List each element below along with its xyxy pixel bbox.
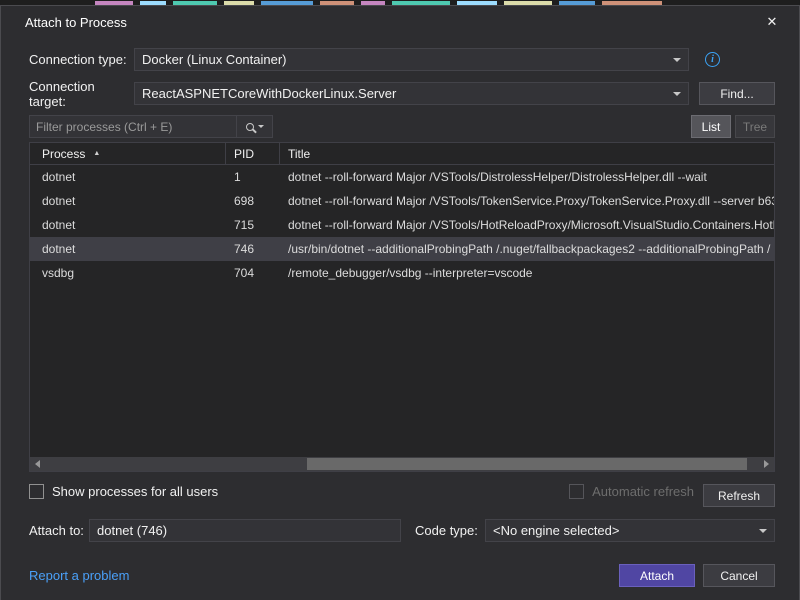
attach-to-process-dialog: Attach to Process ✕ Connection type: Doc… bbox=[0, 5, 800, 600]
filter-processes-input[interactable] bbox=[30, 120, 236, 134]
chevron-down-icon bbox=[673, 58, 681, 62]
cell-pid: 1 bbox=[226, 165, 280, 189]
chevron-down-icon bbox=[759, 529, 767, 533]
show-all-users-checkbox[interactable] bbox=[29, 484, 44, 499]
table-row[interactable]: dotnet1dotnet --roll-forward Major /VSTo… bbox=[30, 165, 774, 189]
chevron-down-icon bbox=[258, 125, 264, 128]
cell-title: dotnet --roll-forward Major /VSTools/Dis… bbox=[280, 165, 774, 189]
table-row[interactable]: dotnet715dotnet --roll-forward Major /VS… bbox=[30, 213, 774, 237]
attach-to-label: Attach to: bbox=[29, 523, 84, 538]
column-header-process-label: Process bbox=[42, 147, 85, 161]
column-header-title[interactable]: Title bbox=[280, 143, 774, 164]
connection-target-row: Connection target: ReactASPNETCoreWithDo… bbox=[29, 82, 775, 105]
show-all-users-label: Show processes for all users bbox=[52, 484, 218, 499]
connection-type-label: Connection type: bbox=[29, 52, 134, 67]
cell-pid: 704 bbox=[226, 261, 280, 285]
connection-type-value: Docker (Linux Container) bbox=[142, 52, 670, 67]
sort-ascending-icon: ▲ bbox=[93, 150, 100, 157]
search-icon bbox=[246, 123, 254, 131]
find-button[interactable]: Find... bbox=[699, 82, 775, 105]
cell-process: dotnet bbox=[30, 165, 226, 189]
filter-search-dropdown[interactable] bbox=[236, 116, 272, 137]
dialog-titlebar: Attach to Process ✕ bbox=[1, 6, 799, 38]
attach-to-field[interactable] bbox=[89, 519, 401, 542]
cell-pid: 746 bbox=[226, 237, 280, 261]
tree-view-button[interactable]: Tree bbox=[735, 115, 775, 138]
process-rows: dotnet1dotnet --roll-forward Major /VSTo… bbox=[30, 165, 774, 285]
connection-type-row: Connection type: Docker (Linux Container… bbox=[29, 48, 775, 71]
chevron-down-icon bbox=[673, 92, 681, 96]
automatic-refresh-option: Automatic refresh bbox=[569, 484, 694, 499]
code-type-value: <No engine selected> bbox=[493, 523, 756, 538]
code-type-label: Code type: bbox=[415, 523, 478, 538]
scroll-right-arrow-icon[interactable] bbox=[759, 457, 774, 471]
automatic-refresh-label: Automatic refresh bbox=[592, 484, 694, 499]
cancel-button[interactable]: Cancel bbox=[703, 564, 775, 587]
cell-title: dotnet --roll-forward Major /VSTools/Hot… bbox=[280, 213, 774, 237]
view-toggle: List Tree bbox=[691, 115, 775, 138]
connection-type-dropdown[interactable]: Docker (Linux Container) bbox=[134, 48, 689, 71]
cell-process: vsdbg bbox=[30, 261, 226, 285]
cell-process: dotnet bbox=[30, 237, 226, 261]
info-icon[interactable]: i bbox=[705, 52, 720, 67]
scroll-left-arrow-icon[interactable] bbox=[30, 457, 45, 471]
list-view-button[interactable]: List bbox=[691, 115, 731, 138]
filter-processes-box bbox=[29, 115, 273, 138]
automatic-refresh-checkbox bbox=[569, 484, 584, 499]
table-row[interactable]: dotnet698dotnet --roll-forward Major /VS… bbox=[30, 189, 774, 213]
column-header-pid-label: PID bbox=[234, 147, 254, 161]
column-header-process[interactable]: Process ▲ bbox=[30, 143, 226, 164]
table-row[interactable]: vsdbg704/remote_debugger/vsdbg --interpr… bbox=[30, 261, 774, 285]
table-row[interactable]: dotnet746/usr/bin/dotnet --additionalPro… bbox=[30, 237, 774, 261]
cell-title: dotnet --roll-forward Major /VSTools/Tok… bbox=[280, 189, 774, 213]
cell-title: /remote_debugger/vsdbg --interpreter=vsc… bbox=[280, 261, 774, 285]
cell-pid: 698 bbox=[226, 189, 280, 213]
show-all-users-option: Show processes for all users bbox=[29, 484, 218, 499]
report-a-problem-link[interactable]: Report a problem bbox=[29, 568, 129, 583]
close-icon[interactable]: ✕ bbox=[759, 11, 785, 33]
connection-target-value: ReactASPNETCoreWithDockerLinux.Server bbox=[142, 86, 670, 101]
attach-button[interactable]: Attach bbox=[619, 564, 695, 587]
connection-target-dropdown[interactable]: ReactASPNETCoreWithDockerLinux.Server bbox=[134, 82, 689, 105]
scrollbar-thumb[interactable] bbox=[307, 458, 747, 470]
dialog-title: Attach to Process bbox=[25, 15, 127, 30]
column-header-title-label: Title bbox=[288, 147, 310, 161]
cell-process: dotnet bbox=[30, 189, 226, 213]
scrollbar-track[interactable] bbox=[45, 457, 759, 471]
cell-title: /usr/bin/dotnet --additionalProbingPath … bbox=[280, 237, 774, 261]
cell-process: dotnet bbox=[30, 213, 226, 237]
cell-pid: 715 bbox=[226, 213, 280, 237]
code-type-dropdown[interactable]: <No engine selected> bbox=[485, 519, 775, 542]
process-table: Process ▲ PID Title dotnet1dotnet --roll… bbox=[29, 142, 775, 472]
process-table-header: Process ▲ PID Title bbox=[30, 143, 774, 165]
connection-target-label: Connection target: bbox=[29, 79, 134, 109]
refresh-button[interactable]: Refresh bbox=[703, 484, 775, 507]
column-header-pid[interactable]: PID bbox=[226, 143, 280, 164]
horizontal-scrollbar bbox=[30, 457, 774, 471]
